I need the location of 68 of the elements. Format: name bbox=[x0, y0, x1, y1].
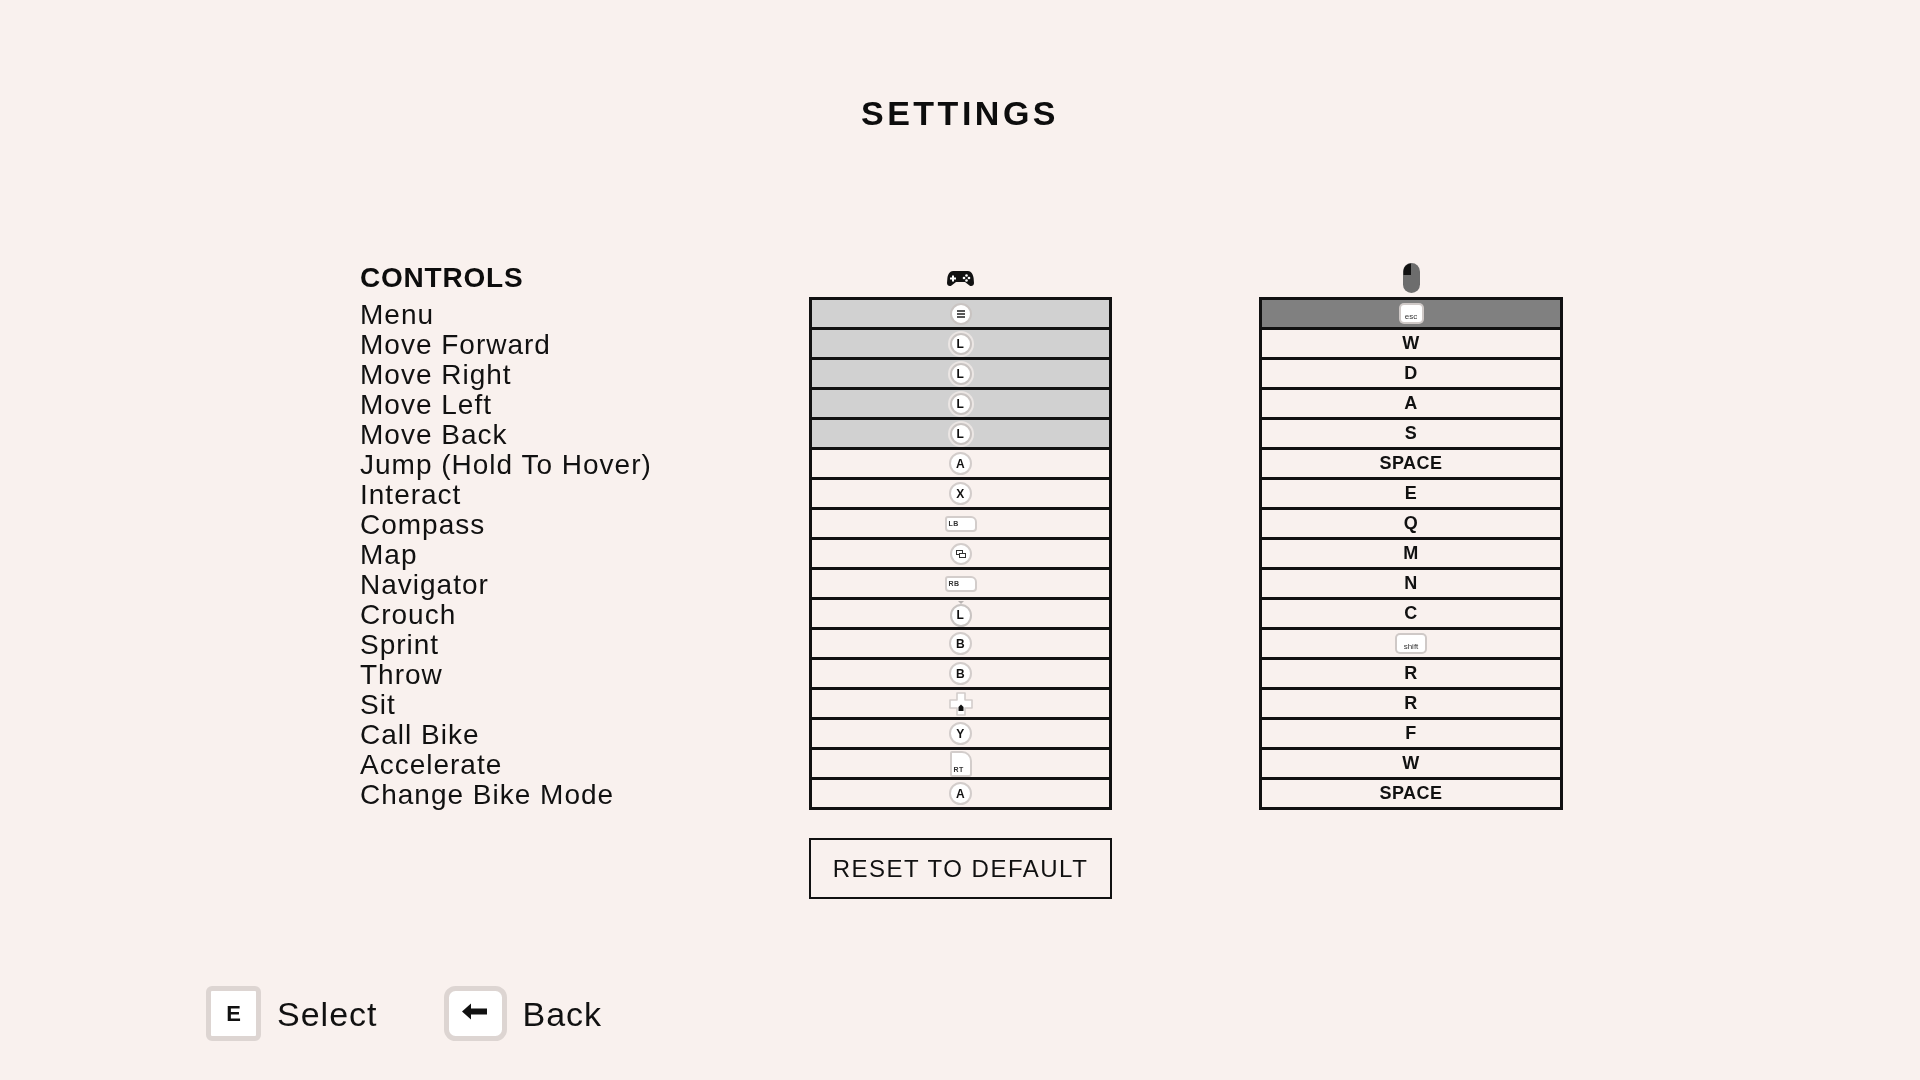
action-label: Compass bbox=[360, 510, 486, 540]
face-button-glyph: B bbox=[949, 662, 972, 685]
key-binding-cell[interactable]: F bbox=[1262, 720, 1560, 750]
key-binding-cell[interactable]: A bbox=[1262, 390, 1560, 420]
key-binding-cell[interactable]: D bbox=[1262, 360, 1560, 390]
face-button-glyph: A bbox=[949, 782, 972, 805]
thumbstick-glyph: L bbox=[949, 422, 972, 445]
gamepad-binding-cell[interactable]: L bbox=[812, 600, 1109, 630]
action-label: Call Bike bbox=[360, 720, 480, 750]
key-binding-cell[interactable]: esc bbox=[1262, 300, 1560, 330]
gamepad-binding-cell[interactable]: B bbox=[812, 660, 1109, 690]
action-label: Move Forward bbox=[360, 330, 551, 360]
thumbstick-press-glyph: L bbox=[949, 600, 972, 627]
keycap: shift bbox=[1397, 635, 1425, 652]
action-label: Jump (Hold To Hover) bbox=[360, 450, 652, 480]
action-label: Move Right bbox=[360, 360, 512, 390]
action-label: Change Bike Mode bbox=[360, 780, 615, 810]
face-button-glyph: Y bbox=[949, 722, 972, 745]
action-label: Interact bbox=[360, 480, 462, 510]
face-button-glyph: A bbox=[949, 452, 972, 475]
action-label: Navigator bbox=[360, 570, 489, 600]
key-binding-cell[interactable]: W bbox=[1262, 330, 1560, 360]
gamepad-icon bbox=[947, 269, 974, 287]
hint-label: Back bbox=[522, 993, 603, 1034]
key-binding-cell[interactable]: C bbox=[1262, 600, 1560, 630]
gamepad-binding-cell[interactable] bbox=[812, 690, 1109, 720]
action-label: Sprint bbox=[360, 630, 440, 660]
menu-icon bbox=[949, 302, 972, 325]
action-label: Move Back bbox=[360, 420, 508, 450]
keycap: esc bbox=[1400, 305, 1422, 322]
key-binding-cell[interactable]: R bbox=[1262, 660, 1560, 690]
thumbstick-glyph: L bbox=[949, 332, 972, 355]
view-icon bbox=[949, 542, 972, 565]
action-label: Throw bbox=[360, 660, 443, 690]
thumbstick-glyph: L bbox=[949, 362, 972, 385]
dpad-icon bbox=[948, 691, 973, 716]
key-binding-cell[interactable]: shift bbox=[1262, 630, 1560, 660]
section-title: CONTROLS bbox=[360, 261, 524, 295]
key-binding-cell[interactable]: S bbox=[1262, 420, 1560, 450]
gamepad-binding-cell[interactable]: A bbox=[812, 450, 1109, 480]
gamepad-binding-cell[interactable]: B bbox=[812, 630, 1109, 660]
gamepad-binding-cell[interactable] bbox=[812, 540, 1109, 570]
action-label: Menu bbox=[360, 300, 435, 330]
action-label: Sit bbox=[360, 690, 396, 720]
key-binding-cell[interactable]: R bbox=[1262, 690, 1560, 720]
gamepad-binding-cell[interactable]: A bbox=[812, 780, 1109, 810]
face-button-glyph: B bbox=[949, 632, 972, 655]
action-label: Map bbox=[360, 540, 418, 570]
left-arrow-key-icon bbox=[443, 986, 507, 1041]
action-label: Accelerate bbox=[360, 750, 503, 780]
key-binding-cell[interactable]: Q bbox=[1262, 510, 1560, 540]
key-binding-cell[interactable]: W bbox=[1262, 750, 1560, 780]
action-label: Move Left bbox=[360, 390, 492, 420]
action-label: Crouch bbox=[360, 600, 457, 630]
thumbstick-glyph: L bbox=[949, 392, 972, 415]
reset-to-default-button[interactable]: RESET TO DEFAULT bbox=[809, 838, 1112, 899]
gamepad-binding-cell[interactable]: X bbox=[812, 480, 1109, 510]
page-title: SETTINGS bbox=[861, 93, 1059, 134]
mouse-icon bbox=[1402, 263, 1420, 293]
keycap: E bbox=[206, 986, 261, 1041]
key-binding-cell[interactable]: SPACE bbox=[1262, 780, 1560, 810]
key-binding-cell[interactable]: SPACE bbox=[1262, 450, 1560, 480]
key-binding-cell[interactable]: M bbox=[1262, 540, 1560, 570]
key-binding-cell[interactable]: E bbox=[1262, 480, 1560, 510]
key-binding-cell[interactable]: N bbox=[1262, 570, 1560, 600]
gamepad-binding-cell[interactable]: Y bbox=[812, 720, 1109, 750]
face-button-glyph: X bbox=[949, 482, 972, 505]
hint-label: Select bbox=[277, 993, 378, 1034]
